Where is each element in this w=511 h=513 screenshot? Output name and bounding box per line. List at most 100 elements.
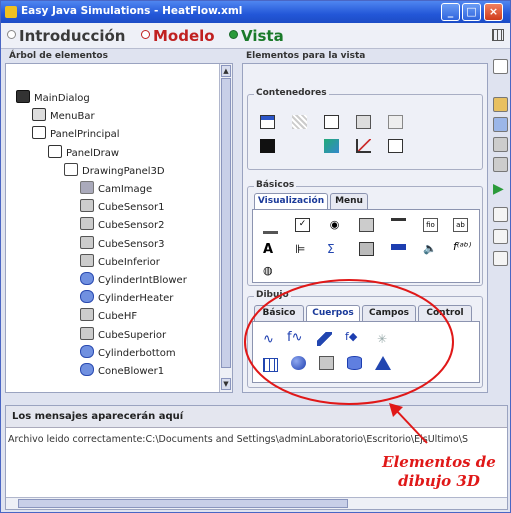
cylinder-icon <box>80 272 94 285</box>
tab-visualizacion[interactable]: Visualización <box>254 193 328 210</box>
text-field-icon[interactable]: ab <box>453 218 468 232</box>
maximize-button[interactable]: □ <box>462 3 481 21</box>
options-icon[interactable] <box>492 29 504 41</box>
ejs-window: Easy Java Simulations - HeatFlow.xml _ □… <box>0 0 511 513</box>
options-icon[interactable] <box>493 229 508 244</box>
run-icon[interactable]: ▶ <box>493 181 508 197</box>
tree-vertical-scrollbar[interactable]: ▲ ▼ <box>219 64 232 392</box>
tree-item-label: CubeSuperior <box>98 329 167 341</box>
cube-icon <box>80 217 94 231</box>
cube-icon <box>80 199 94 213</box>
sigma-icon[interactable]: Σ <box>327 242 342 256</box>
tab-menu[interactable]: Menu <box>330 193 368 210</box>
basicos-title: Básicos <box>254 180 297 190</box>
contenedores-group: Contenedores <box>247 88 483 170</box>
save-as-icon[interactable] <box>493 157 508 172</box>
scroll-up-icon[interactable]: ▲ <box>221 65 231 77</box>
tree-item[interactable]: PanelDraw <box>48 144 120 162</box>
tree-item[interactable]: Cylinderbottom <box>80 344 176 362</box>
tree-item[interactable]: CubeHF <box>80 308 137 325</box>
close-button[interactable]: × <box>484 3 503 21</box>
mode-label: Vista <box>241 27 284 45</box>
button-icon[interactable] <box>263 220 278 234</box>
message-horizontal-scrollbar[interactable] <box>6 497 507 509</box>
tree-item[interactable]: ConeBlower1 <box>80 363 164 380</box>
label-icon[interactable]: A <box>263 242 278 257</box>
image-icon[interactable] <box>359 242 374 256</box>
cone-icon <box>80 363 94 376</box>
tree-item-label: CubeSensor2 <box>98 220 165 232</box>
sound-icon[interactable]: 🔈 <box>423 242 438 256</box>
annotation-label: Elementos de dibujo 3D <box>379 453 499 491</box>
window-title: Easy Java Simulations - HeatFlow.xml <box>21 5 243 17</box>
cube-icon <box>80 308 94 322</box>
radio-button-icon[interactable]: ◉ <box>327 218 342 232</box>
tree-item-label: CubeSensor3 <box>98 238 165 250</box>
scroll-down-icon[interactable]: ▼ <box>221 378 231 390</box>
search-icon[interactable] <box>493 207 508 222</box>
save-icon[interactable] <box>493 137 508 152</box>
elements-panel: Contenedores Básicos Visualización Menu … <box>242 63 488 405</box>
tree-item-label: MainDialog <box>34 93 90 104</box>
drawing-panel-3d-icon[interactable] <box>388 139 403 153</box>
tabbed-panel-icon[interactable] <box>388 115 403 129</box>
tree-panel-title: Árbol de elementos <box>9 51 108 61</box>
cube-icon <box>80 253 94 267</box>
highlight-ellipse <box>244 279 454 405</box>
info-icon[interactable] <box>493 251 508 266</box>
new-file-icon[interactable] <box>493 59 508 74</box>
mode-introduccion[interactable]: Introducción <box>7 27 125 45</box>
tree-item-label: CylinderHeater <box>98 293 174 305</box>
field-icon[interactable]: fio <box>423 218 438 232</box>
dialog-icon[interactable] <box>292 115 307 129</box>
tree-item[interactable]: PanelPrincipal <box>32 126 120 143</box>
mode-modelo[interactable]: Modelo <box>141 27 215 45</box>
contenedores-title: Contenedores <box>254 88 329 98</box>
tree-item-label: CubeSensor1 <box>98 202 165 214</box>
tree-item-label: MenuBar <box>50 111 95 123</box>
tree-item[interactable]: CamImage <box>80 181 152 198</box>
element-tree: MainDialog MenuBar PanelPrincipal PanelDraw… <box>5 63 233 393</box>
panel-icon[interactable] <box>324 115 339 129</box>
tree-item-label: DrawingPanel3D <box>82 165 165 177</box>
tree-item[interactable]: CubeSuperior <box>80 326 167 344</box>
split-panel-icon[interactable] <box>356 115 371 129</box>
tree-item[interactable]: CubeSensor1 <box>80 199 164 216</box>
tree-item[interactable]: CubeSensor2 <box>80 217 164 234</box>
minimize-button[interactable]: _ <box>441 3 460 21</box>
tree-item-label: PanelPrincipal <box>50 129 120 141</box>
plotting-panel-icon[interactable] <box>356 139 371 153</box>
cube-icon <box>80 235 94 249</box>
cube-icon <box>80 326 94 340</box>
tree-item[interactable]: CubeInferior <box>80 253 160 271</box>
scroll-thumb[interactable] <box>18 499 348 508</box>
tree-item-label: ConeBlower1 <box>98 366 165 377</box>
mode-vista[interactable]: Vista <box>229 27 284 45</box>
mode-label: Modelo <box>153 27 215 45</box>
progress-bar-icon[interactable] <box>391 244 406 250</box>
annotation-arrow <box>389 403 428 444</box>
tree-item[interactable]: DrawingPanel3D <box>64 162 165 180</box>
panel-icon <box>48 144 62 158</box>
drawing-frame-icon[interactable] <box>260 139 275 153</box>
panel-icon <box>32 126 46 140</box>
parsed-field-icon[interactable]: f⁽ᵃᵇ⁾ <box>453 240 471 254</box>
text-area-icon[interactable]: ⊫ <box>295 242 310 256</box>
slider-icon[interactable] <box>391 218 406 232</box>
tree-item[interactable]: MainDialog <box>16 90 90 107</box>
checkbox-icon[interactable]: ✓ <box>295 218 310 232</box>
tree-item[interactable]: CylinderHeater <box>80 290 173 307</box>
tree-item[interactable]: MenuBar <box>32 108 95 125</box>
tree-item-label: CylinderIntBlower <box>98 275 187 286</box>
annotation-line-2: dibujo 3D <box>398 472 480 490</box>
tree-item[interactable]: CubeSensor3 <box>80 235 165 253</box>
open-web-icon[interactable] <box>493 117 508 132</box>
tree-item-label: PanelDraw <box>66 147 120 159</box>
open-folder-icon[interactable] <box>493 97 508 112</box>
scroll-thumb[interactable] <box>221 78 231 368</box>
drawing-panel-icon[interactable] <box>324 139 339 153</box>
tree-item-label: CubeHF <box>98 311 138 323</box>
combo-box-icon[interactable] <box>359 218 374 232</box>
tree-item[interactable]: CylinderIntBlower <box>80 272 187 289</box>
frame-icon[interactable] <box>260 115 275 129</box>
